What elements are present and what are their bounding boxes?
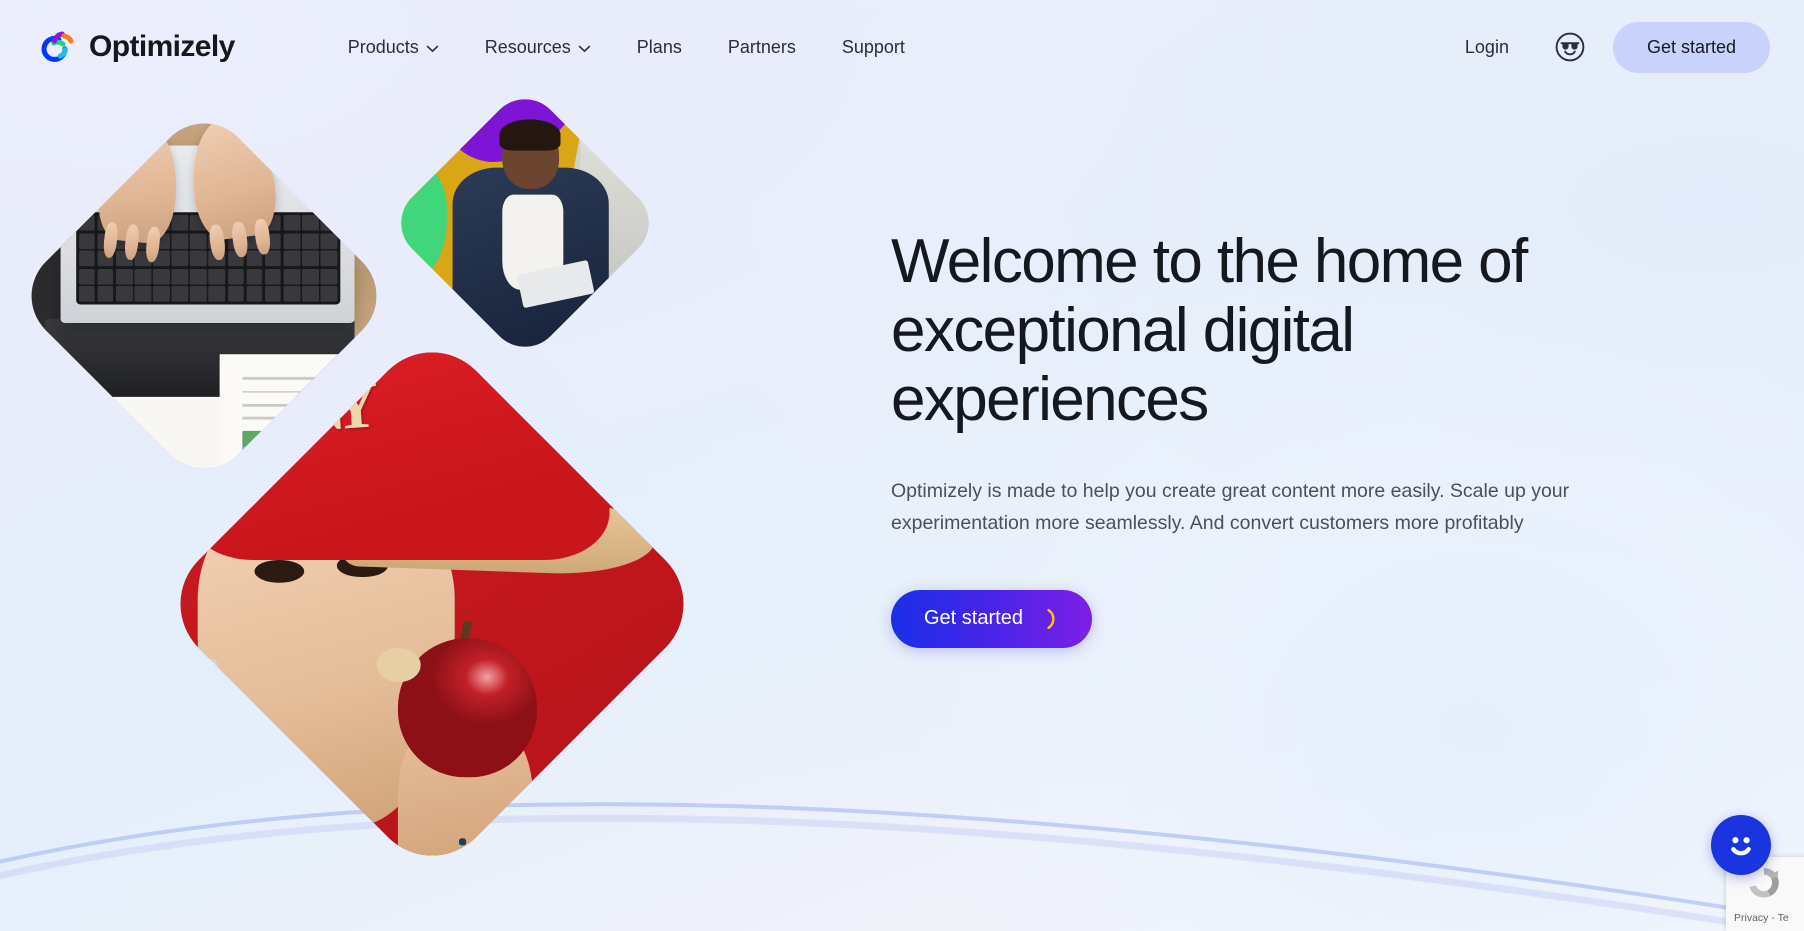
hero-image-collage: NY	[0, 0, 820, 931]
brand-logo-link[interactable]: Optimizely	[36, 26, 235, 68]
nav-item-support[interactable]: Support	[819, 27, 928, 68]
hero-subtitle: Optimizely is made to help you create gr…	[891, 480, 1570, 535]
optimizely-logo-icon	[41, 31, 74, 62]
smiley-chat-icon	[1731, 837, 1751, 856]
nav-item-partners[interactable]: Partners	[705, 27, 819, 68]
nav-item-label: Plans	[636, 36, 682, 57]
woman-eye	[253, 559, 304, 583]
header-actions: Login Get started	[1449, 21, 1770, 73]
nav-item-plans[interactable]: Plans	[614, 27, 705, 68]
nav-item-label: Resources	[484, 36, 571, 57]
hero-get-started-button[interactable]: Get started	[891, 589, 1092, 648]
login-link[interactable]: Login	[1449, 27, 1525, 68]
neck-chain	[303, 821, 377, 882]
yellow-arc-icon	[1047, 608, 1055, 629]
header-get-started-button[interactable]: Get started	[1612, 21, 1770, 73]
recaptcha-privacy-text[interactable]: Privacy - Te	[1734, 912, 1789, 924]
hero-image-man-reading-tablet	[386, 84, 664, 362]
hero-copy: Welcome to the home of exceptional digit…	[891, 227, 1651, 648]
chevron-down-icon	[426, 45, 439, 52]
nav-item-label: Products	[347, 36, 419, 57]
fingernail	[458, 838, 466, 846]
man-hair	[499, 120, 562, 151]
nav-item-resources[interactable]: Resources	[462, 27, 614, 68]
apple-bite-mark	[376, 648, 421, 682]
nav-item-label: Partners	[727, 36, 796, 57]
green-accent-shape	[386, 139, 448, 296]
nav-item-products[interactable]: Products	[325, 27, 462, 68]
sunglasses-smiley-avatar-icon[interactable]	[1555, 32, 1585, 62]
primary-navigation: Products Resources Plans Partners Suppor…	[325, 27, 928, 68]
hero-cta-label: Get started	[924, 607, 1023, 630]
site-header: Optimizely Products Resources Plans Part…	[0, 0, 1804, 94]
hero-section: NY Welcome to the home of exceptional di…	[0, 0, 1804, 931]
man-illustration	[386, 84, 664, 362]
fingernail	[486, 828, 494, 836]
chat-widget-button[interactable]	[1711, 815, 1771, 875]
chevron-down-icon	[578, 45, 591, 52]
hoop-earring	[203, 659, 221, 727]
page-title: Welcome to the home of exceptional digit…	[891, 227, 1528, 434]
nav-item-label: Support	[841, 36, 905, 57]
brand-name: Optimizely	[89, 30, 235, 63]
